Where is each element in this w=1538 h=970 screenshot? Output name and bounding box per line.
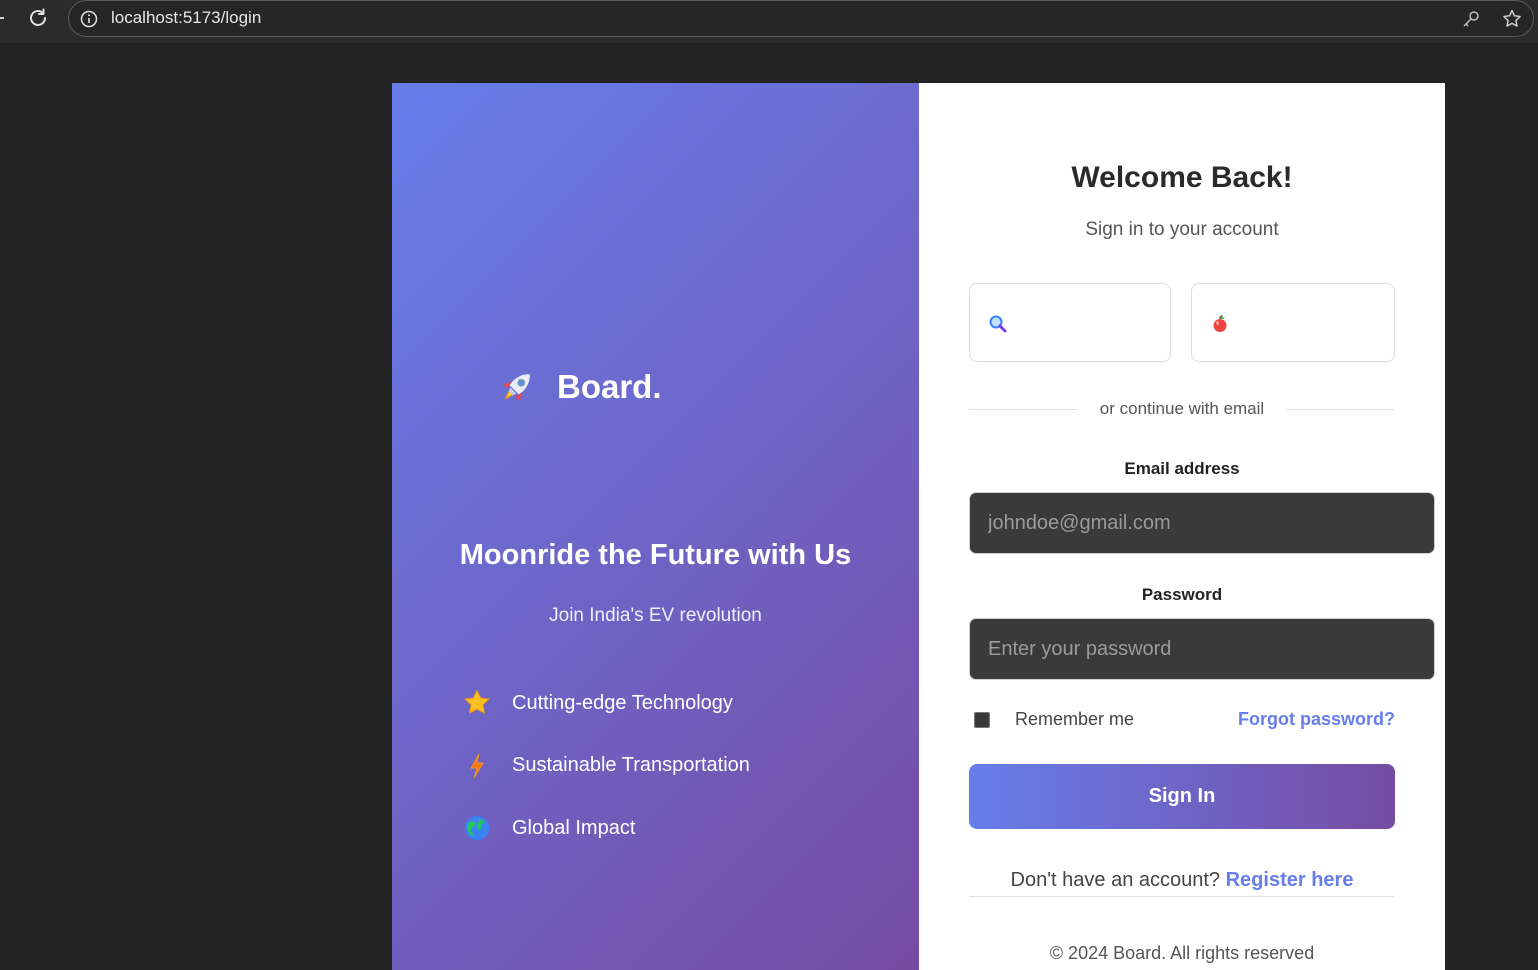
login-form-panel: Welcome Back! Sign in to your account or… <box>919 83 1445 970</box>
hero-subtitle: Join India's EV revolution <box>549 605 762 626</box>
login-page: Board. Moonride the Future with Us Join … <box>392 83 1445 970</box>
promo-panel: Board. Moonride the Future with Us Join … <box>392 83 919 970</box>
feature-label: Sustainable Transportation <box>512 754 750 776</box>
brand-name: Board. <box>557 368 662 405</box>
info-icon[interactable] <box>80 10 98 28</box>
feature-label: Global Impact <box>512 816 636 839</box>
password-field[interactable] <box>969 618 1435 680</box>
globe-icon <box>465 816 489 840</box>
footer-copyright: © 2024 Board. All rights reserved <box>1049 943 1315 963</box>
forgot-password-link[interactable]: Forgot password? <box>1238 709 1395 730</box>
register-prompt-text: Don't have an account? <box>1010 869 1226 891</box>
divider: or continue with email <box>969 399 1395 421</box>
social-login-button-apple[interactable] <box>1191 283 1395 362</box>
page-subtitle: Sign in to your account <box>1085 219 1279 240</box>
register-prompt: Don't have an account? Register here <box>969 869 1395 897</box>
magnifier-icon <box>989 315 1007 333</box>
email-field[interactable] <box>969 492 1435 554</box>
url-text: localhost:5173/login <box>111 8 262 27</box>
back-arrow-icon[interactable] <box>0 17 4 19</box>
password-label: Password <box>1141 585 1223 604</box>
sign-in-button[interactable]: Sign In <box>969 764 1395 829</box>
feature-list: Cutting-edge Technology Sustainable Tran… <box>462 683 750 871</box>
social-login-button-search[interactable] <box>969 283 1171 362</box>
divider-line <box>1287 409 1395 410</box>
hero-title: Moonride the Future with Us <box>459 539 852 571</box>
email-label: Email address <box>1124 459 1240 478</box>
reload-icon[interactable] <box>26 6 50 30</box>
feature-item: Global Impact <box>462 808 750 848</box>
remember-me-checkbox[interactable] <box>974 711 990 728</box>
feature-item: Cutting-edge Technology <box>462 683 750 723</box>
rocket-icon <box>502 374 530 402</box>
remember-me-label[interactable]: Remember me <box>1015 709 1134 730</box>
star-icon <box>463 689 491 714</box>
register-link[interactable]: Register here <box>1226 869 1354 891</box>
browser-toolbar: localhost:5173/login <box>0 0 1538 43</box>
address-bar[interactable]: localhost:5173/login <box>68 0 1534 37</box>
bookmark-star-icon[interactable] <box>1501 8 1523 30</box>
page-title: Welcome Back! <box>1071 161 1293 194</box>
brand: Board. <box>495 365 662 409</box>
key-icon[interactable] <box>1461 9 1481 29</box>
feature-item: Sustainable Transportation <box>462 746 750 786</box>
remember-me[interactable]: Remember me <box>974 709 1134 730</box>
lightning-icon <box>470 753 484 778</box>
apple-icon <box>1213 315 1227 332</box>
feature-label: Cutting-edge Technology <box>512 691 733 714</box>
